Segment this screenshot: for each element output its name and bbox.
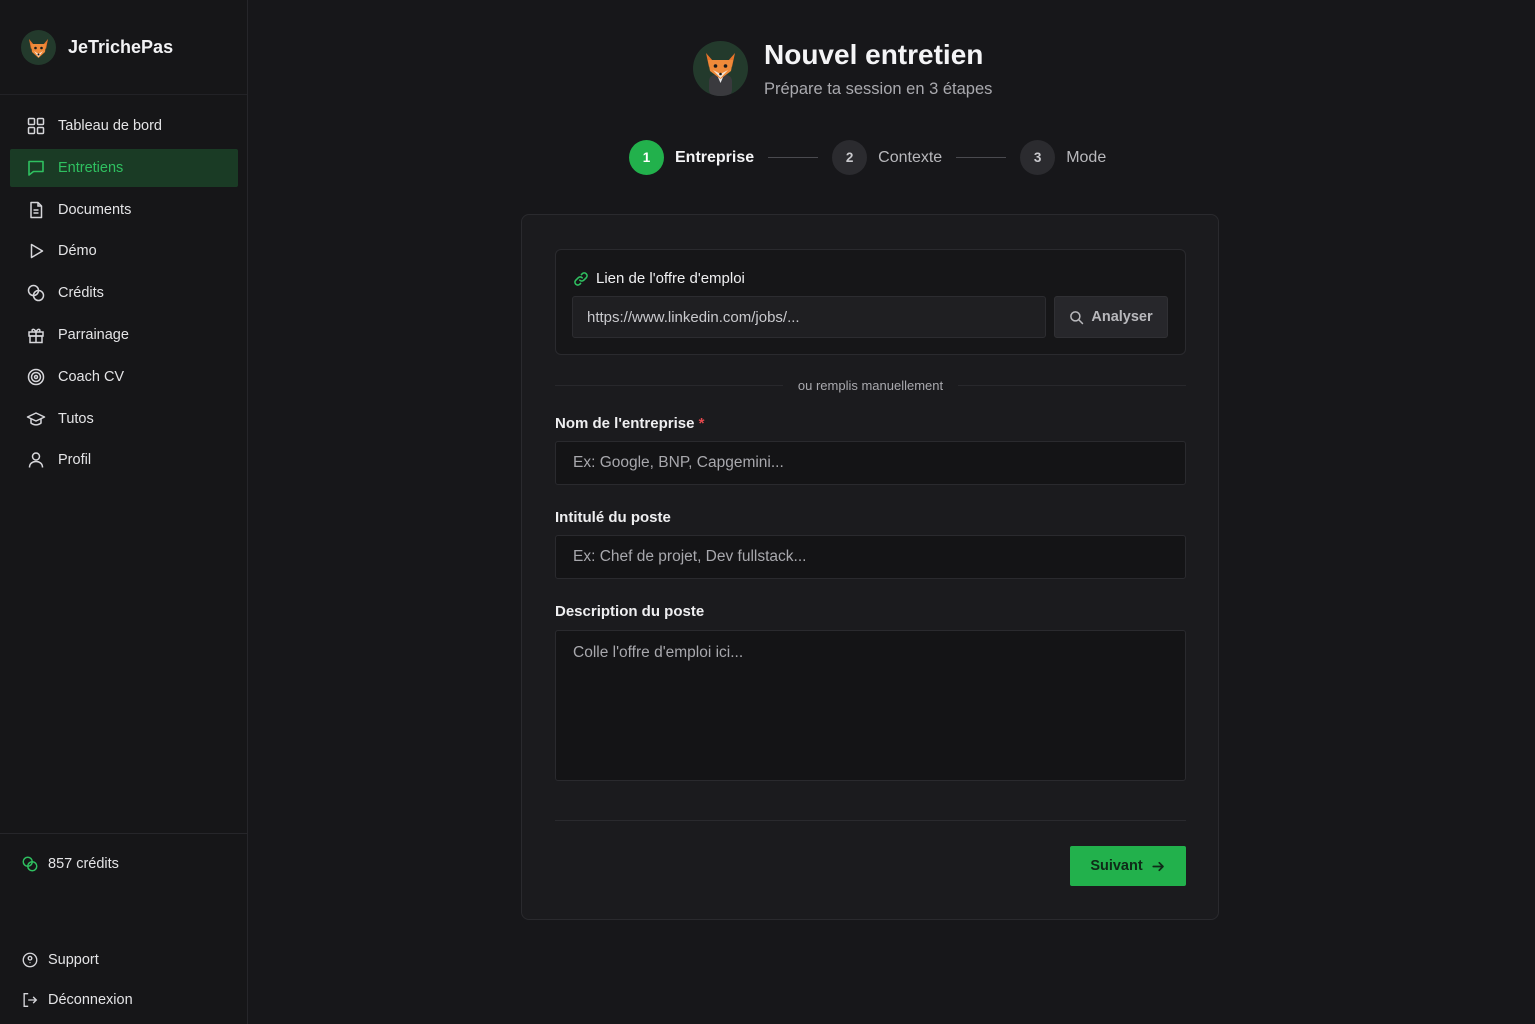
support-link[interactable]: Support	[21, 951, 99, 969]
sidebar-item-label: Démo	[58, 243, 97, 260]
logout-icon	[23, 993, 38, 1007]
page-header: Nouvel entretien Prépare ta session en 3…	[693, 38, 992, 99]
sidebar-item-demo[interactable]: Démo	[10, 232, 238, 270]
link-icon	[574, 271, 588, 286]
divider-line	[958, 384, 1187, 386]
sidebar-item-tableau-de-bord[interactable]: Tableau de bord	[10, 107, 238, 145]
sidebar-item-documents[interactable]: Documents	[10, 191, 238, 229]
sidebar-nav: Tableau de bord Entretiens Documents Dém…	[0, 95, 247, 479]
sidebar-item-label: Parrainage	[58, 326, 129, 343]
logout-link[interactable]: Déconnexion	[21, 991, 133, 1009]
sidebar-item-entretiens[interactable]: Entretiens	[10, 148, 238, 187]
or-divider-text: ou remplis manuellement	[797, 377, 944, 393]
support-label: Support	[48, 952, 99, 968]
sidebar-item-tutos[interactable]: Tutos	[10, 400, 238, 438]
sidebar-item-label: Entretiens	[58, 159, 124, 176]
fox-logo-icon	[21, 29, 56, 65]
sidebar-item-parrainage[interactable]: Parrainage	[10, 316, 238, 354]
sidebar: JeTrichePas Tableau de bord Entretiens D…	[0, 0, 248, 1024]
company-name-label-text: Nom de l'entreprise	[555, 415, 695, 432]
job-description-textarea[interactable]	[555, 630, 1186, 781]
sidebar-item-label: Crédits	[58, 285, 104, 302]
help-circle-icon	[22, 952, 38, 968]
sidebar-item-credits[interactable]: Crédits	[10, 274, 238, 312]
fox-mascot-icon	[693, 41, 748, 96]
play-icon	[30, 244, 44, 259]
job-link-section: Lien de l'offre d'emploi Analyser	[555, 249, 1186, 355]
chat-bubble-icon	[28, 160, 44, 176]
divider-line	[555, 384, 783, 386]
step-2-label: Contexte	[878, 148, 943, 166]
sidebar-item-label: Profil	[58, 452, 92, 469]
document-icon	[30, 201, 43, 218]
job-url-input[interactable]	[572, 296, 1046, 338]
graduation-cap-icon	[26, 411, 46, 426]
step-connector	[768, 157, 819, 158]
target-icon	[27, 368, 45, 386]
arrow-right-icon	[1152, 861, 1164, 871]
sidebar-item-label: Tableau de bord	[58, 118, 162, 134]
position-title-label: Intitulé du poste	[555, 509, 671, 526]
search-icon	[1070, 310, 1084, 324]
step-3-label: Mode	[1066, 148, 1107, 166]
credits-count: 857 crédits	[48, 856, 119, 872]
sidebar-item-label: Coach CV	[58, 368, 125, 385]
sidebar-item-coach-cv[interactable]: Coach CV	[10, 358, 238, 396]
page-title: Nouvel entretien	[764, 39, 984, 70]
analyze-label: Analyser	[1091, 309, 1153, 325]
company-name-input[interactable]	[555, 441, 1186, 485]
coins-icon	[22, 856, 38, 872]
coins-icon	[27, 284, 45, 302]
brand-name: JeTrichePas	[68, 36, 174, 57]
company-name-label: Nom de l'entreprise *	[555, 415, 704, 432]
position-title-input[interactable]	[555, 535, 1186, 579]
stepper: 1 Entreprise 2 Contexte 3 Mode	[629, 140, 1106, 175]
next-label: Suivant	[1090, 858, 1143, 874]
gift-icon	[28, 328, 44, 344]
required-mark: *	[698, 415, 705, 432]
job-link-label-text: Lien de l'offre d'emploi	[596, 270, 745, 287]
analyze-button[interactable]: Analyser	[1054, 296, 1168, 338]
dashboard-grid-icon	[27, 117, 45, 135]
user-icon	[28, 452, 44, 468]
page-subtitle: Prépare ta session en 3 étapes	[764, 80, 993, 98]
next-button[interactable]: Suivant	[1070, 846, 1186, 886]
sidebar-item-profil[interactable]: Profil	[10, 441, 238, 479]
step-1-number: 1	[629, 140, 664, 175]
interview-form-card: Lien de l'offre d'emploi Analyser ou rem…	[521, 214, 1219, 920]
header-text: Nouvel entretien Prépare ta session en 3…	[764, 38, 992, 99]
step-connector	[956, 157, 1007, 158]
logout-label: Déconnexion	[48, 992, 133, 1008]
step-1-label: Entreprise	[675, 148, 755, 166]
step-3-number: 3	[1020, 140, 1056, 175]
job-link-label: Lien de l'offre d'emploi	[573, 270, 745, 287]
step-2-number: 2	[832, 140, 868, 175]
brand[interactable]: JeTrichePas	[0, 0, 247, 95]
or-divider: ou remplis manuellement	[555, 376, 1187, 394]
credits-balance[interactable]: 857 crédits	[0, 833, 247, 873]
sidebar-item-label: Documents	[58, 201, 132, 218]
sidebar-item-label: Tutos	[58, 410, 94, 427]
job-description-label: Description du poste	[555, 603, 705, 620]
card-divider	[555, 820, 1186, 821]
